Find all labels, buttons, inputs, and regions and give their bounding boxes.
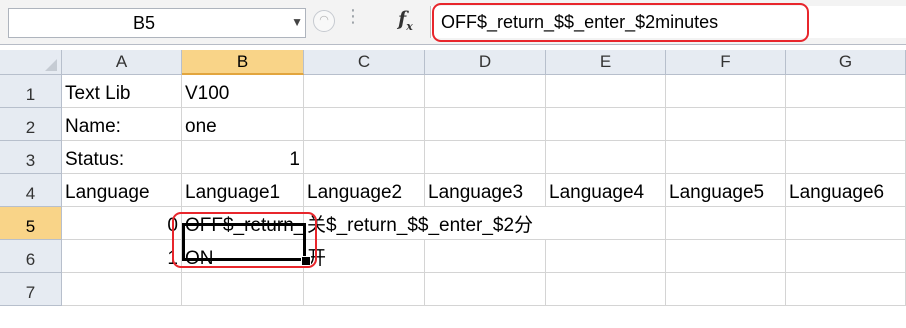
cell-c5[interactable]: 关$_return_$$_enter_$2分 xyxy=(304,207,533,240)
name-box-dropdown-icon[interactable]: ▼ xyxy=(291,15,303,29)
cell-d5[interactable] xyxy=(425,207,546,240)
name-box-value: B5 xyxy=(132,13,156,33)
cell-a2[interactable]: Name: xyxy=(62,108,182,141)
cell-g2[interactable] xyxy=(786,108,906,141)
cell-g7[interactable] xyxy=(786,273,906,306)
cell-f3[interactable] xyxy=(666,141,786,174)
select-all-corner[interactable] xyxy=(0,50,62,75)
column-header-d[interactable]: D xyxy=(425,50,546,75)
cell-e6[interactable] xyxy=(546,240,666,273)
cell-e7[interactable] xyxy=(546,273,666,306)
cell-c2[interactable] xyxy=(304,108,425,141)
column-header-e[interactable]: E xyxy=(546,50,666,75)
insert-function-icon[interactable]: fx xyxy=(398,8,413,33)
row-header-7[interactable]: 7 xyxy=(0,273,62,306)
cell-a1[interactable]: Text Lib xyxy=(62,75,182,108)
cell-e1[interactable] xyxy=(546,75,666,108)
cell-c7[interactable] xyxy=(304,273,425,306)
cell-e2[interactable] xyxy=(546,108,666,141)
cell-f2[interactable] xyxy=(666,108,786,141)
cell-d1[interactable] xyxy=(425,75,546,108)
cell-a6[interactable]: 1 xyxy=(62,240,182,273)
cell-a3[interactable]: Status: xyxy=(62,141,182,174)
cell-d3[interactable] xyxy=(425,141,546,174)
cell-a7[interactable] xyxy=(62,273,182,306)
cell-g4[interactable]: Language6 xyxy=(786,174,906,207)
formula-highlight-annotation xyxy=(432,3,809,42)
row-header-3[interactable]: 3 xyxy=(0,141,62,174)
cell-d7[interactable] xyxy=(425,273,546,306)
row-header-4[interactable]: 4 xyxy=(0,174,62,207)
cell-b7[interactable] xyxy=(182,273,304,306)
cell-b2[interactable]: one xyxy=(182,108,304,141)
column-header-g[interactable]: G xyxy=(786,50,906,75)
cell-b4[interactable]: Language1 xyxy=(182,174,304,207)
name-box[interactable]: B5 ▼ xyxy=(8,8,306,38)
cell-b1[interactable]: V100 xyxy=(182,75,304,108)
column-header-c[interactable]: C xyxy=(304,50,425,75)
row-header-2[interactable]: 2 xyxy=(0,108,62,141)
cell-a4[interactable]: Language xyxy=(62,174,182,207)
cell-g6[interactable] xyxy=(786,240,906,273)
cell-highlight-annotation xyxy=(172,212,317,268)
cell-c3[interactable] xyxy=(304,141,425,174)
cell-c4[interactable]: Language2 xyxy=(304,174,425,207)
cell-c1[interactable] xyxy=(304,75,425,108)
row-header-6[interactable]: 6 xyxy=(0,240,62,273)
formula-bar-separator-icon: ⋮ xyxy=(344,6,362,26)
cell-d6[interactable] xyxy=(425,240,546,273)
cell-f6[interactable] xyxy=(666,240,786,273)
cancel-circle-icon[interactable]: ◠ xyxy=(313,10,335,32)
cell-e4[interactable]: Language4 xyxy=(546,174,666,207)
column-header-f[interactable]: F xyxy=(666,50,786,75)
column-header-b[interactable]: B xyxy=(182,50,304,75)
cell-d2[interactable] xyxy=(425,108,546,141)
column-header-a[interactable]: A xyxy=(62,50,182,75)
row-header-5[interactable]: 5 xyxy=(0,207,62,240)
cell-g5[interactable] xyxy=(786,207,906,240)
cell-f7[interactable] xyxy=(666,273,786,306)
cell-e5[interactable] xyxy=(546,207,666,240)
cell-f1[interactable] xyxy=(666,75,786,108)
cell-c6[interactable]: 开 xyxy=(304,240,425,273)
cell-g1[interactable] xyxy=(786,75,906,108)
cell-f5[interactable] xyxy=(666,207,786,240)
row-header-1[interactable]: 1 xyxy=(0,75,62,108)
cell-g3[interactable] xyxy=(786,141,906,174)
cell-f4[interactable]: Language5 xyxy=(666,174,786,207)
cell-a5[interactable]: 0 xyxy=(62,207,182,240)
cell-b3[interactable]: 1 xyxy=(182,141,304,174)
cell-d4[interactable]: Language3 xyxy=(425,174,546,207)
cell-e3[interactable] xyxy=(546,141,666,174)
